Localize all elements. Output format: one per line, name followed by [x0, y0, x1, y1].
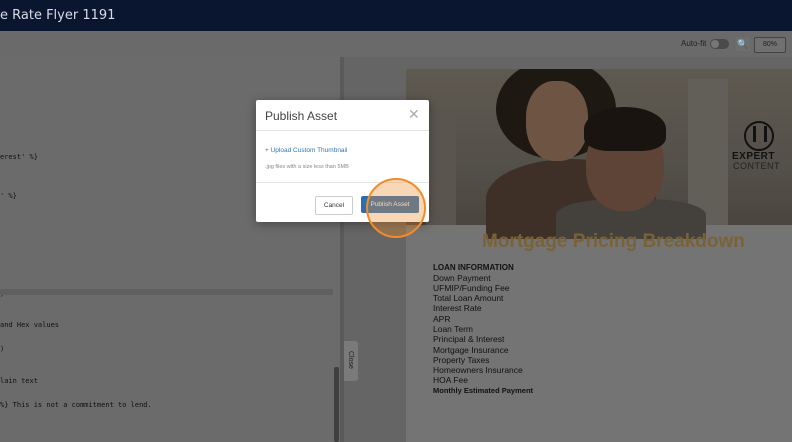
click-highlight	[366, 178, 426, 238]
loan-item: Interest Rate	[433, 303, 482, 313]
code-line: erest' %}	[0, 153, 38, 161]
loan-item: Total Loan Amount	[433, 293, 504, 303]
loan-item: Down Payment	[433, 273, 491, 283]
person-woman-face	[526, 81, 588, 161]
code-line: lain text	[0, 377, 38, 385]
zoom-level[interactable]: 80%	[754, 37, 786, 53]
dialog-title: Publish Asset	[265, 109, 338, 123]
loan-item: HOA Fee	[433, 375, 468, 385]
code-line: and Hex values	[0, 321, 60, 329]
loan-item: Principal & Interest	[433, 334, 505, 344]
background-building	[688, 79, 728, 225]
code-line: ' %}	[0, 192, 17, 200]
close-preview-tab[interactable]: Close	[344, 341, 358, 381]
logo-bars-icon	[753, 126, 767, 142]
divider	[256, 130, 429, 131]
code-line: %} This is not a commitment to lend.	[0, 401, 152, 409]
app-title: e Rate Flyer 1191	[0, 8, 116, 23]
upload-thumbnail-link[interactable]: + Upload Custom Thumbnail	[265, 147, 347, 154]
background-building	[426, 109, 456, 225]
upload-hint: .jpg files with a size less than 5MB	[265, 164, 349, 170]
person-man-hair	[584, 107, 666, 151]
flyer-title: Mortgage Pricing Breakdown	[482, 231, 745, 252]
loan-item: UFMIP/Funding Fee	[433, 283, 510, 293]
loan-item: Property Taxes	[433, 355, 490, 365]
horizontal-scrollbar[interactable]	[0, 289, 333, 295]
brand-name-line2: CONTENT	[733, 161, 780, 171]
monthly-payment-label: Monthly Estimated Payment	[433, 386, 534, 395]
autofit-label: Auto-fit	[681, 39, 707, 48]
loan-item: Mortgage Insurance	[433, 345, 509, 355]
code-line: )	[0, 345, 5, 353]
loan-item: APR	[433, 314, 451, 324]
flyer-preview: EXPERT CONTENT Mortgage Pricing Breakdow…	[406, 69, 792, 442]
vertical-scrollbar[interactable]	[334, 367, 339, 442]
couple-photo: EXPERT CONTENT	[406, 69, 792, 239]
loan-info-heading: LOAN INFORMATION	[433, 263, 514, 272]
loan-item: Loan Term	[433, 324, 474, 334]
zoom-in-icon[interactable]: 🔍	[736, 37, 750, 51]
app-header: e Rate Flyer 1191	[0, 0, 792, 31]
close-tab-label: Close	[347, 351, 354, 369]
toggle-knob	[711, 40, 719, 48]
loan-item: Homeowners Insurance	[433, 365, 523, 375]
autofit-toggle[interactable]	[710, 39, 729, 49]
cancel-button[interactable]: Cancel	[315, 196, 353, 215]
toolbar: Auto-fit 🔍 80%	[0, 31, 792, 57]
close-icon[interactable]: ✕	[408, 106, 420, 123]
